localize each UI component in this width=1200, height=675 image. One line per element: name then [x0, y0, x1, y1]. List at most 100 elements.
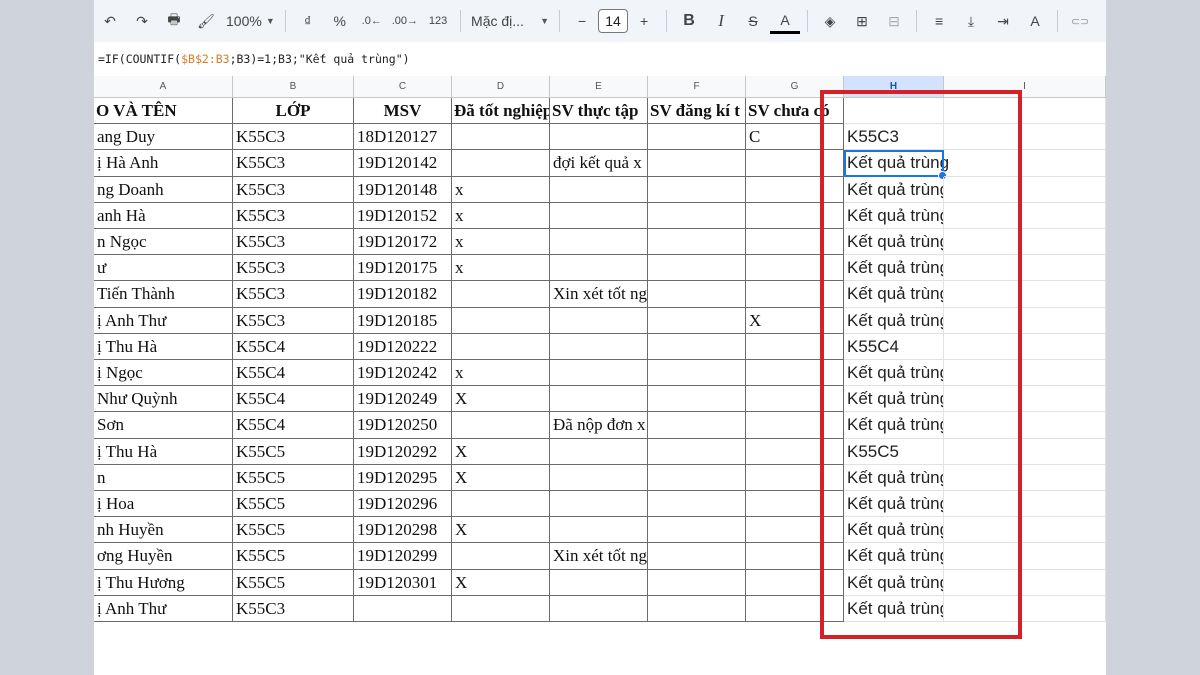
header-cell[interactable]: LỚP [233, 98, 354, 125]
cell[interactable] [944, 255, 1106, 282]
cell[interactable]: 19D120298 [354, 517, 452, 544]
cell[interactable] [944, 412, 1106, 439]
cell[interactable]: K55C3 [233, 124, 354, 151]
cell[interactable]: X [452, 438, 550, 465]
cell[interactable] [746, 595, 844, 622]
header-cell[interactable]: SV thực tập [550, 98, 648, 125]
cell[interactable] [944, 202, 1106, 229]
column-header-h[interactable]: H [844, 76, 944, 98]
cell[interactable]: ang Duy [94, 124, 233, 151]
text-rotation-icon[interactable]: A [1020, 6, 1050, 36]
cell[interactable]: Kết quả trùng [844, 412, 944, 439]
cell[interactable] [944, 229, 1106, 256]
zoom-select[interactable]: 100% ▼ [223, 6, 278, 36]
currency-format-button[interactable]: ₫ [293, 6, 323, 36]
cell[interactable]: ị Hà Anh [94, 150, 233, 177]
cell[interactable]: K55C5 [844, 438, 944, 465]
cell[interactable] [550, 569, 648, 596]
cell[interactable] [746, 491, 844, 518]
cell[interactable]: đợi kết quả x [550, 150, 648, 177]
cell[interactable] [648, 386, 746, 413]
cell[interactable] [452, 281, 550, 308]
cell[interactable] [648, 543, 746, 570]
column-header-f[interactable]: F [648, 76, 746, 98]
cell[interactable] [550, 464, 648, 491]
column-header-a[interactable]: A [94, 76, 233, 98]
cell[interactable] [648, 517, 746, 544]
cell[interactable] [550, 333, 648, 360]
cell[interactable]: 19D120182 [354, 281, 452, 308]
header-cell[interactable]: SV đăng kí t [648, 98, 746, 125]
column-header-b[interactable]: B [233, 76, 354, 98]
cell[interactable]: n Ngọc [94, 229, 233, 256]
cell[interactable] [648, 569, 746, 596]
cell[interactable]: 19D120175 [354, 255, 452, 282]
bold-button[interactable]: B [674, 6, 704, 36]
header-cell[interactable]: Đã tốt nghiệp [452, 98, 550, 125]
cell[interactable]: x [452, 229, 550, 256]
cell[interactable]: C [746, 124, 844, 151]
column-header-c[interactable]: C [354, 76, 452, 98]
header-cell[interactable]: SV chưa có [746, 98, 844, 125]
cell[interactable] [944, 517, 1106, 544]
cell[interactable] [746, 543, 844, 570]
cell[interactable]: x [452, 255, 550, 282]
cell[interactable]: Kết quả trùng [844, 569, 944, 596]
font-size-decrease-button[interactable]: − [567, 6, 597, 36]
cell[interactable]: Xin xét tốt ng [550, 543, 648, 570]
number-format-button[interactable]: 123 [423, 6, 453, 36]
cell[interactable] [746, 202, 844, 229]
header-cell[interactable] [844, 98, 944, 125]
cell[interactable]: 19D120242 [354, 360, 452, 387]
header-cell[interactable] [944, 98, 1106, 125]
cell[interactable] [746, 281, 844, 308]
cell[interactable]: K55C3 [233, 307, 354, 334]
cell[interactable] [944, 124, 1106, 151]
cell[interactable]: K55C4 [233, 360, 354, 387]
cell[interactable]: K55C5 [233, 569, 354, 596]
cell[interactable] [648, 491, 746, 518]
cell[interactable]: Kết quả trùng [844, 543, 944, 570]
fill-color-icon[interactable]: ◈ [815, 6, 845, 36]
cell[interactable]: 19D120185 [354, 307, 452, 334]
cell[interactable] [648, 464, 746, 491]
cell[interactable] [648, 438, 746, 465]
cell[interactable]: ơng Huyền [94, 543, 233, 570]
cell[interactable]: Kết quả trùng [844, 255, 944, 282]
cell[interactable]: K55C3 [233, 595, 354, 622]
undo-icon[interactable]: ↶ [95, 6, 125, 36]
cell[interactable]: 19D120292 [354, 438, 452, 465]
cell[interactable]: Kết quả trùng [844, 176, 944, 203]
cell[interactable]: Kết quả trùng [844, 491, 944, 518]
cell[interactable]: Sơn [94, 412, 233, 439]
cell[interactable] [746, 229, 844, 256]
cell[interactable] [746, 333, 844, 360]
cell[interactable]: Đã nộp đơn x [550, 412, 648, 439]
cell[interactable] [452, 150, 550, 177]
cell[interactable]: K55C5 [233, 517, 354, 544]
cell[interactable] [944, 333, 1106, 360]
cell[interactable] [452, 333, 550, 360]
cell[interactable]: 19D120222 [354, 333, 452, 360]
font-select[interactable]: Mặc đị... ▼ [468, 6, 552, 36]
cell[interactable]: K55C3 [233, 176, 354, 203]
cell[interactable] [746, 360, 844, 387]
cell[interactable] [550, 255, 648, 282]
cell[interactable]: ị Thu Hà [94, 438, 233, 465]
cell[interactable]: Kết quả trùng [844, 307, 944, 334]
cell[interactable] [648, 176, 746, 203]
cell[interactable]: 19D120249 [354, 386, 452, 413]
cell[interactable]: K55C3 [233, 281, 354, 308]
column-header-e[interactable]: E [550, 76, 648, 98]
cell[interactable] [944, 386, 1106, 413]
cell[interactable]: x [452, 176, 550, 203]
cell[interactable]: K55C3 [233, 229, 354, 256]
cell[interactable]: K55C4 [844, 333, 944, 360]
cell[interactable]: K55C5 [233, 464, 354, 491]
text-wrap-icon[interactable]: ⇥ [988, 6, 1018, 36]
cell[interactable] [648, 281, 746, 308]
cell[interactable]: K55C4 [233, 386, 354, 413]
cell[interactable] [648, 255, 746, 282]
cell[interactable]: 19D120142 [354, 150, 452, 177]
cell[interactable] [550, 307, 648, 334]
